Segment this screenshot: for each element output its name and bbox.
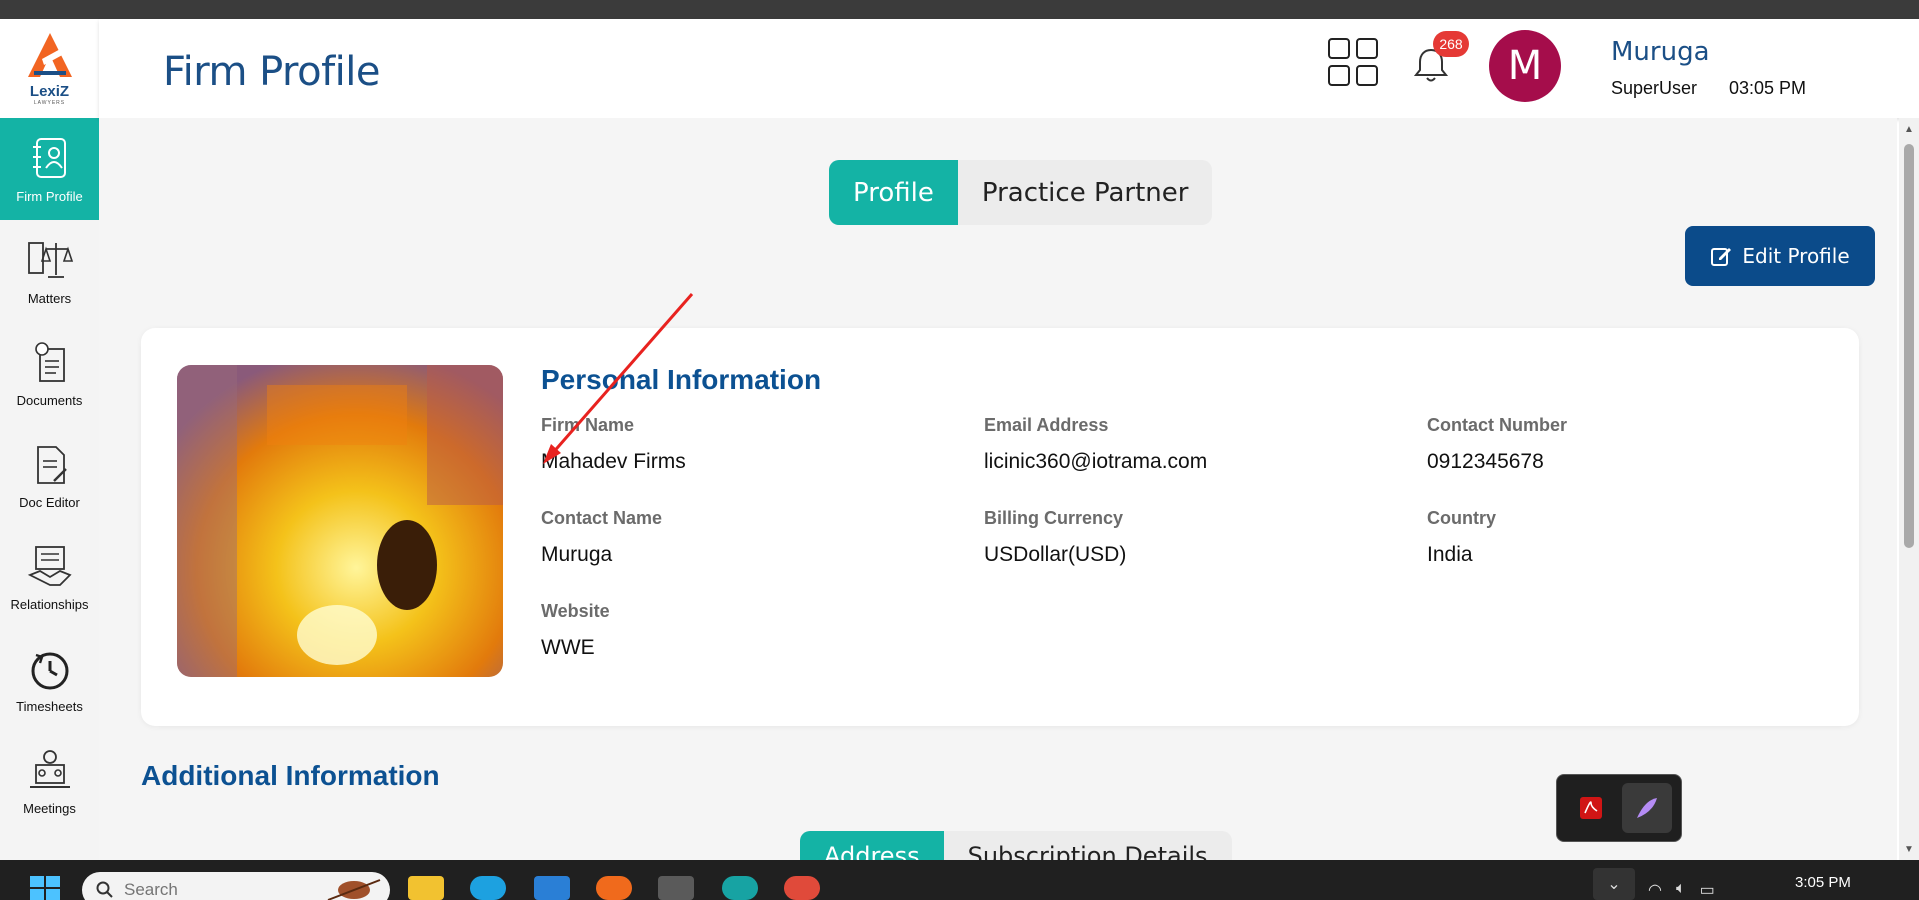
- field-value: 0912345678: [1427, 450, 1544, 473]
- tab-profile[interactable]: Profile: [829, 160, 958, 225]
- sidebar-item-label: Meetings: [23, 800, 76, 816]
- sidebar-item-label: Timesheets: [16, 698, 83, 714]
- sublime-icon[interactable]: [658, 876, 694, 900]
- field-country: Country India: [1427, 508, 1496, 567]
- pen-tool-button[interactable]: [1622, 783, 1672, 833]
- wifi-icon[interactable]: ◠: [1648, 880, 1662, 900]
- sidebar-item-matters[interactable]: Matters: [0, 220, 99, 322]
- sidebar-item-firm-profile[interactable]: Firm Profile: [0, 118, 99, 220]
- sidebar-item-meetings[interactable]: Meetings: [0, 730, 99, 832]
- vscode-icon[interactable]: [534, 876, 570, 900]
- scroll-down-arrow-icon[interactable]: ▼: [1903, 844, 1915, 856]
- tray-chevron-icon[interactable]: ⌄: [1593, 868, 1635, 900]
- page-title: Firm Profile: [163, 49, 381, 95]
- sidebar-item-more[interactable]: [0, 832, 99, 860]
- search-input[interactable]: [124, 880, 324, 900]
- sidebar-item-timesheets[interactable]: Timesheets: [0, 628, 99, 730]
- sidebar-item-label: Firm Profile: [16, 188, 83, 204]
- doc-editor-icon: [36, 445, 67, 484]
- violin-icon: [327, 879, 381, 900]
- edit-icon: [1711, 248, 1732, 266]
- sidebar-item-relationships[interactable]: Relationships: [0, 526, 99, 628]
- field-contact-number: Contact Number 0912345678: [1427, 415, 1567, 474]
- page-scrollbar[interactable]: ▲ ▼: [1899, 118, 1919, 860]
- sidebar-item-label: Doc Editor: [19, 494, 80, 510]
- pdf-icon: [1580, 797, 1602, 819]
- volume-icon[interactable]: 🔈︎: [1676, 880, 1686, 900]
- scales-icon: [27, 241, 73, 278]
- search-icon: [96, 881, 113, 898]
- additional-tabs: Address Subscription Details: [800, 831, 1232, 860]
- header-time: 03:05 PM: [1729, 78, 1807, 98]
- sidebar-item-label: Matters: [27, 290, 72, 306]
- field-email: Email Address licinic360@iotrama.com: [984, 415, 1207, 474]
- file-explorer-icon[interactable]: [408, 876, 444, 900]
- taskbar-clock[interactable]: 3:05 PM: [1795, 874, 1851, 891]
- field-value: WWE: [541, 636, 595, 659]
- chrome-icon[interactable]: [784, 876, 820, 900]
- scroll-up-arrow-icon[interactable]: ▲: [1903, 124, 1915, 136]
- system-tray: ◠ 🔈︎ ▭: [1648, 880, 1715, 900]
- field-label: Contact Number: [1427, 415, 1568, 435]
- sidebar: LexiZ LAWYERS Firm Profile Matters Docum…: [0, 19, 99, 860]
- windows-start-icon[interactable]: [30, 876, 60, 900]
- contact-book-icon: [32, 137, 66, 178]
- personal-info-card: Personal Information Firm Name Mahadev F…: [141, 328, 1859, 726]
- user-role: SuperUser: [1611, 78, 1698, 98]
- brand-name: LexiZ: [29, 83, 70, 100]
- sidebar-item-doc-editor[interactable]: Doc Editor: [0, 424, 99, 526]
- documents-icon: [34, 341, 65, 382]
- user-name[interactable]: Muruga: [1611, 37, 1710, 67]
- field-billing-currency: Billing Currency USDollar(USD): [984, 508, 1126, 567]
- field-label: Email Address: [984, 415, 1109, 435]
- pdf-tool-button[interactable]: [1566, 783, 1616, 833]
- annotation-arrow: [543, 293, 694, 464]
- avatar[interactable]: M: [1489, 30, 1561, 102]
- lexiz-logo-icon: [27, 33, 72, 77]
- sidebar-item-label: Relationships: [10, 596, 89, 612]
- handshake-icon: [27, 545, 72, 586]
- taskbar-search[interactable]: [82, 872, 390, 900]
- field-label: Website: [541, 601, 610, 621]
- app-logo[interactable]: LexiZ LAWYERS: [0, 19, 99, 118]
- window-top-strip: [0, 0, 1919, 19]
- feather-pen-icon: [1637, 798, 1657, 818]
- additional-info-title: Additional Information: [141, 760, 440, 791]
- field-website: Website WWE: [541, 601, 610, 660]
- apps-grid-icon[interactable]: [1327, 37, 1379, 87]
- sidebar-item-label: Documents: [16, 392, 83, 408]
- sidebar-item-documents[interactable]: Documents: [0, 322, 99, 424]
- app-wave-icon[interactable]: [722, 876, 758, 900]
- battery-icon[interactable]: ▭: [1700, 880, 1715, 900]
- os-taskbar: ⌄ ◠ 🔈︎ ▭ 3:05 PM: [0, 860, 1919, 900]
- clock-icon: [31, 652, 68, 689]
- meeting-icon: [29, 749, 70, 788]
- floating-toolbar: [1556, 774, 1682, 842]
- field-label: Billing Currency: [984, 508, 1124, 528]
- edit-profile-label: Edit Profile: [1742, 244, 1850, 268]
- tab-subscription-details[interactable]: Subscription Details: [944, 831, 1232, 860]
- field-value: USDollar(USD): [984, 543, 1127, 566]
- profile-tabs: Profile Practice Partner: [829, 160, 1213, 225]
- brand-tagline: LAWYERS: [33, 100, 66, 106]
- tab-address[interactable]: Address: [800, 831, 944, 860]
- field-label: Country: [1427, 508, 1496, 528]
- field-value: India: [1427, 543, 1473, 566]
- firefox-icon[interactable]: [596, 876, 632, 900]
- main-content: Profile Practice Partner Edit Profile Pe…: [99, 118, 1897, 860]
- edge-icon[interactable]: [470, 876, 506, 900]
- notification-badge: 268: [1433, 31, 1469, 57]
- top-header: Firm Profile 268 M Muruga SuperUser 03:0…: [99, 19, 1919, 118]
- tab-practice-partner[interactable]: Practice Partner: [958, 160, 1213, 225]
- field-value: licinic360@iotrama.com: [984, 450, 1208, 473]
- edit-profile-button[interactable]: Edit Profile: [1685, 226, 1875, 286]
- scroll-thumb[interactable]: [1904, 144, 1914, 548]
